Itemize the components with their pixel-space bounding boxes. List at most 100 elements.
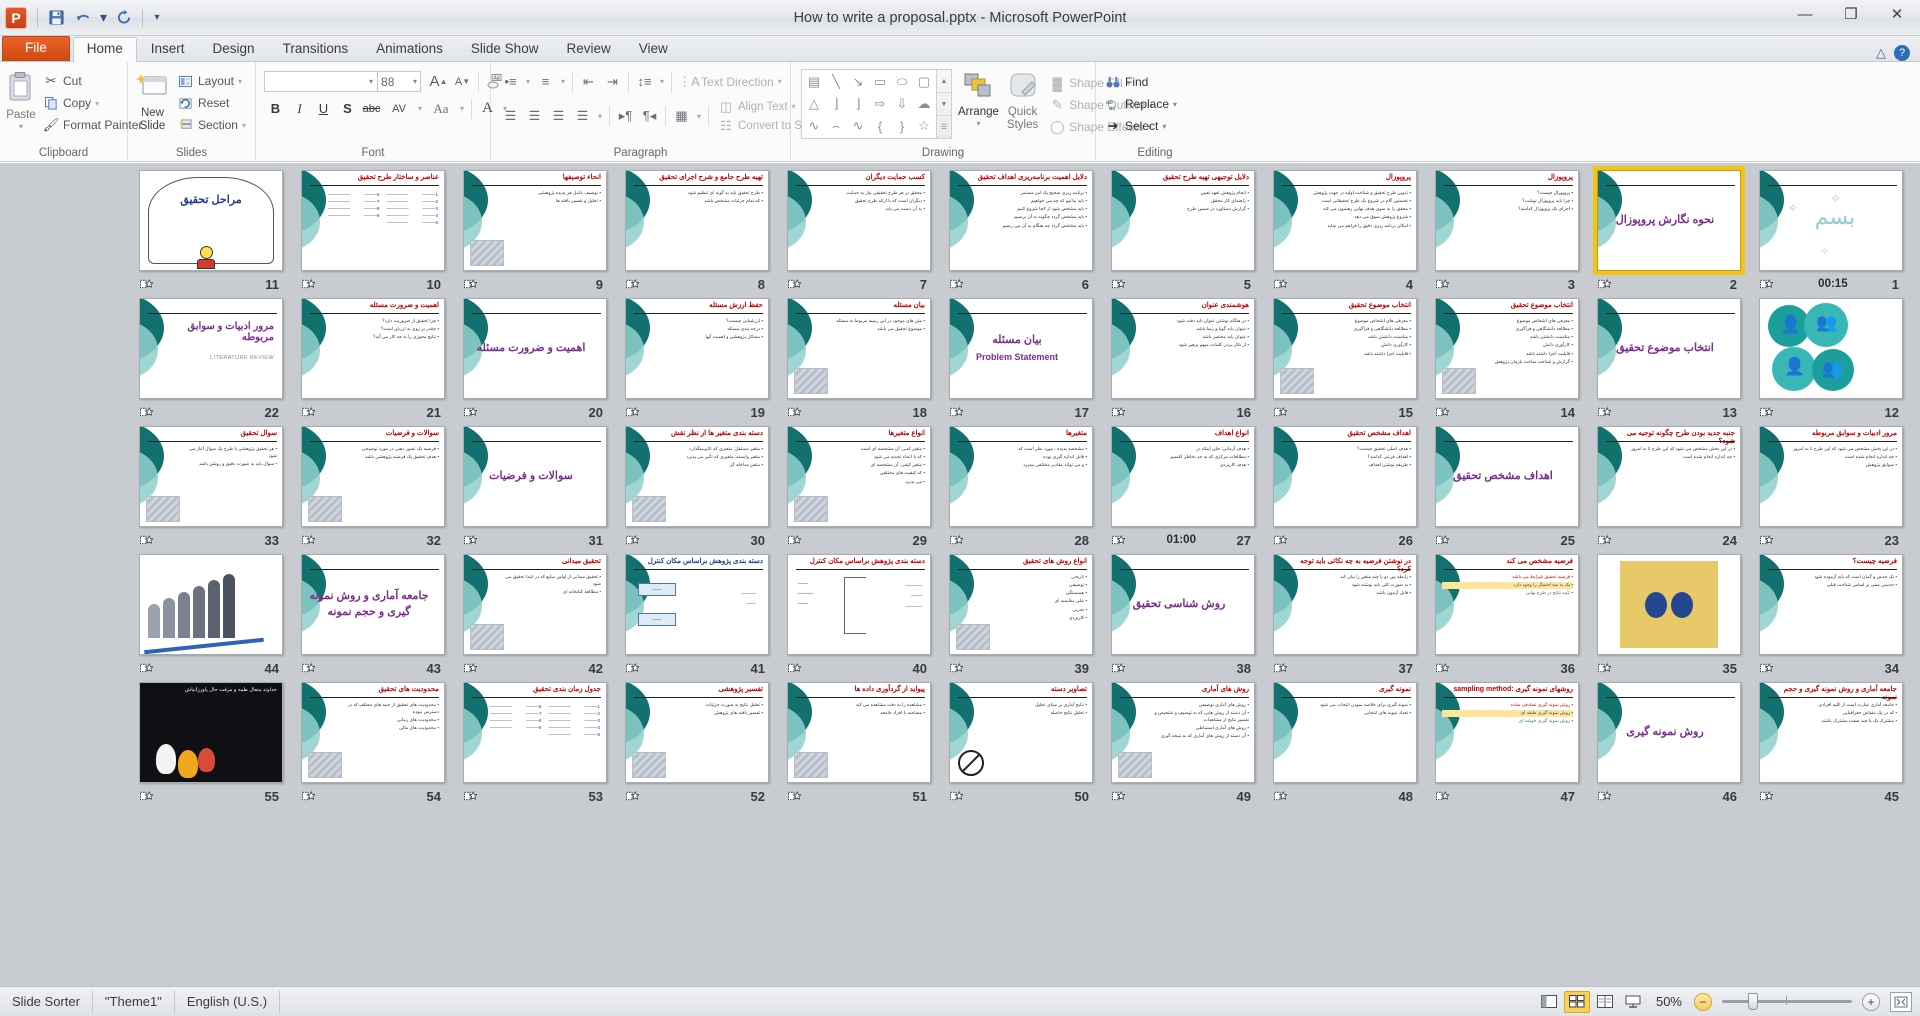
numbering-icon[interactable]: ≡ [534,70,557,93]
slide-cell[interactable]: خداوند متعال طیبه و مرفت حال پاورزانیاش 5… [138,680,284,808]
slide-thumbnail[interactable]: مراحل تحقیق [139,170,283,271]
slide-thumbnail[interactable]: 👤 👥 👤 👥 [1759,298,1903,399]
bullets-icon[interactable]: •≡ [499,70,522,93]
slide-thumbnail-wrap[interactable]: مرور ادبیات و سوابق مربوطه در این بخش مشخ… [1758,424,1904,529]
slide-transition-icon[interactable] [1112,790,1125,802]
ltr-direction-icon[interactable]: ▸¶ [614,105,637,128]
slide-cell[interactable]: جنبه جدید بودن طرح چگونه توجیه می شود؟در… [1596,424,1742,552]
shape-wave-icon[interactable]: ∿ [847,115,869,137]
slide-thumbnail-wrap[interactable]: انواع اهداف هدف آرمانی: حلی اینکه درمطالع… [1110,424,1256,529]
slide-transition-icon[interactable] [626,534,639,546]
slide-thumbnail[interactable]: حفظ ارزش مسئله ارزشیابی چیست؟درجه بندی مس… [625,298,769,399]
slide-thumbnail-wrap[interactable]: بسم ✧ ✧ ✧ [1758,168,1904,273]
restore-button[interactable]: ❐ [1828,0,1874,28]
slide-thumbnail[interactable] [1597,554,1741,655]
slide-transition-icon[interactable] [1598,534,1611,546]
slide-thumbnail-wrap[interactable]: جدول زمان بندی تحقیق 1——— ————— 2——— ————— 3—… [462,680,608,785]
increase-indent-icon[interactable]: ⇥ [601,70,624,93]
slide-thumbnail-wrap[interactable]: هوشمندی عنوان در هنگام نوشتن عنوان باید د… [1110,296,1256,401]
arrange-button[interactable]: Arrange ▾ [956,69,1001,131]
customize-qat-icon[interactable]: ▾ [149,6,165,30]
tab-animations[interactable]: Animations [362,36,457,61]
slide-cell[interactable]: سوالات و فرضیات فرضیه یک تصور ذهنی در مور… [300,424,446,552]
slide-thumbnail[interactable]: اهداف مشخص تحقیق [1435,426,1579,527]
text-shadow-button[interactable]: S [336,97,359,120]
slide-cell[interactable]: جامعه آماری و روش نمونه گیری و حجم نمونه… [1758,680,1904,808]
shape-down-arrow-icon[interactable]: ⇩ [891,93,913,115]
slide-transition-icon[interactable] [1598,662,1611,674]
change-case-caret[interactable]: ▾ [457,97,467,120]
shape-right-arrow-icon[interactable]: ⇨ [869,93,891,115]
slide-thumbnail-wrap[interactable]: محدودیت های تحقیق محدودیت های تحقیق از جن… [300,680,446,785]
slide-cell[interactable]: روش نمونه گیری 46 [1596,680,1742,808]
slide-cell[interactable]: تصاویر دسته نتایج آماری بر مبنای تحلیلتحل… [948,680,1094,808]
decrease-indent-icon[interactable]: ⇤ [577,70,600,93]
slide-transition-icon[interactable] [1436,406,1449,418]
slide-transition-icon[interactable] [1760,534,1773,546]
numbering-caret[interactable]: ▾ [558,70,568,93]
slide-thumbnail-wrap[interactable]: جامعه آماری و روش نمونه گیری و حجم نمونه… [1758,680,1904,785]
slide-transition-icon[interactable] [140,534,153,546]
slide-cell[interactable]: انحاء توصیفها توصیف عامل هر پدیده پژوهشیت… [462,168,608,296]
slide-thumbnail[interactable]: فرضیه مشخص می کند فرضیه تحقیق شرایط می با… [1435,554,1579,655]
undo-icon[interactable] [71,6,95,30]
slide-thumbnail-wrap[interactable]: خداوند متعال طیبه و مرفت حال پاورزانیاش [138,680,284,785]
zoom-in-button[interactable]: + [1862,992,1880,1011]
minimize-button[interactable]: — [1782,0,1828,28]
bullets-caret[interactable]: ▾ [523,70,533,93]
slide-cell[interactable]: تحقیق میدانی تحقیق میدانی از اولین منابع … [462,552,608,680]
slide-thumbnail[interactable]: پروپوزال پروپوزال چیست؟چرا باید پروپوزال … [1435,170,1579,271]
slide-cell[interactable]: انواع روش های تحقیق تاریخیتوصیفیهمبستگیعل… [948,552,1094,680]
slide-cell[interactable]: پروپوزال پروپوزال چیست؟چرا باید پروپوزال … [1434,168,1580,296]
slide-thumbnail-wrap[interactable]: عناصر و ساختار طرح تحقیق 1——— ————— 2——— ———… [300,168,446,273]
slide-thumbnail[interactable]: تفسیر پژوهشی تحلیل نتایج به صورت جزئیاتتف… [625,682,769,783]
slide-thumbnail[interactable]: انواع روش های تحقیق تاریخیتوصیفیهمبستگیعل… [949,554,1093,655]
slide-thumbnail-wrap[interactable]: 👤 👥 👤 👥 [1758,296,1904,401]
slide-thumbnail-wrap[interactable]: دسته بندی پژوهش براساس مکان کنترل———————… [624,552,770,657]
slide-thumbnail-wrap[interactable]: دلایل توجیهی تهیه طرح تحقیق انجام پژوهش ت… [1110,168,1256,273]
slide-thumbnail-wrap[interactable]: حفظ ارزش مسئله ارزشیابی چیست؟درجه بندی مس… [624,296,770,401]
slide-transition-icon[interactable] [302,406,315,418]
slide-transition-icon[interactable] [1274,662,1287,674]
slide-thumbnail[interactable] [139,554,283,655]
paste-button[interactable]: Paste ▾ [4,68,38,134]
slide-thumbnail-wrap[interactable]: پروپوزال پروپوزال چیست؟چرا باید پروپوزال … [1434,168,1580,273]
slide-thumbnail[interactable]: اهمیت و ضرورت مسئله [463,298,607,399]
slide-cell[interactable]: فرضیه مشخص می کند فرضیه تحقیق شرایط می با… [1434,552,1580,680]
slide-thumbnail-wrap[interactable]: روشهای نمونه گیری :sampling method روش نم… [1434,680,1580,785]
slide-thumbnail[interactable]: انتخاب موضوع تحقیق معرفی های اشخاص موضوعم… [1435,298,1579,399]
slide-transition-icon[interactable] [1760,662,1773,674]
slide-transition-icon[interactable] [1112,534,1125,546]
justify-caret[interactable]: ▾ [595,105,605,128]
slide-transition-icon[interactable] [950,278,963,290]
change-case-button[interactable]: Aa [426,97,456,120]
slide-transition-icon[interactable] [140,662,153,674]
slide-thumbnail[interactable]: روش شناسی تحقیق [1111,554,1255,655]
slide-thumbnail-wrap[interactable]: انواع متغیرها متغیر کمی: آن مشخصه ای استک… [786,424,932,529]
zoom-slider[interactable] [1722,993,1852,1010]
slide-cell[interactable]: اهداف مشخص تحقیق 25 [1434,424,1580,552]
slide-transition-icon[interactable] [1112,406,1125,418]
shape-scribble-icon[interactable]: ∿ [803,115,825,137]
slide-thumbnail[interactable]: هوشمندی عنوان در هنگام نوشتن عنوان باید د… [1111,298,1255,399]
slide-thumbnail-wrap[interactable]: کسب حمایت دیگران محقق در هر طرح تحقیقی نی… [786,168,932,273]
slide-thumbnail-wrap[interactable]: انحاء توصیفها توصیف عامل هر پدیده پژوهشیت… [462,168,608,273]
slide-cell[interactable]: اهمیت و ضرورت مسئله 20 [462,296,608,424]
slide-transition-icon[interactable] [464,790,477,802]
line-spacing-caret[interactable]: ▾ [657,70,667,93]
align-center-icon[interactable]: ☰ [523,105,546,128]
slide-cell[interactable]: انتخاب موضوع تحقیق 13 [1596,296,1742,424]
slide-thumbnail[interactable]: تهیه طرح جامع و شرح اجرای تحقیق طرح تحقیق… [625,170,769,271]
align-right-icon[interactable]: ☰ [547,105,570,128]
slide-sorter-view-button[interactable] [1564,990,1590,1013]
slide-transition-icon[interactable] [1436,790,1449,802]
slide-cell[interactable]: انواع اهداف هدف آرمانی: حلی اینکه درمطالع… [1110,424,1256,552]
zoom-slider-handle[interactable] [1748,993,1758,1010]
gallery-scroll-up-icon[interactable]: ▲ [937,70,951,93]
slide-transition-icon[interactable] [626,278,639,290]
slide-thumbnail-wrap[interactable]: پیواید از گردآوری داده ها مشاهده را به دق… [786,680,932,785]
slide-thumbnail-wrap[interactable]: دلایل اهمیت برنامه‌ریزی اهداف تحقیق برنام… [948,168,1094,273]
slide-transition-icon[interactable] [950,790,963,802]
shape-arrow-icon[interactable]: ↘ [847,71,869,93]
shape-oval-icon[interactable]: ⬭ [891,71,913,93]
